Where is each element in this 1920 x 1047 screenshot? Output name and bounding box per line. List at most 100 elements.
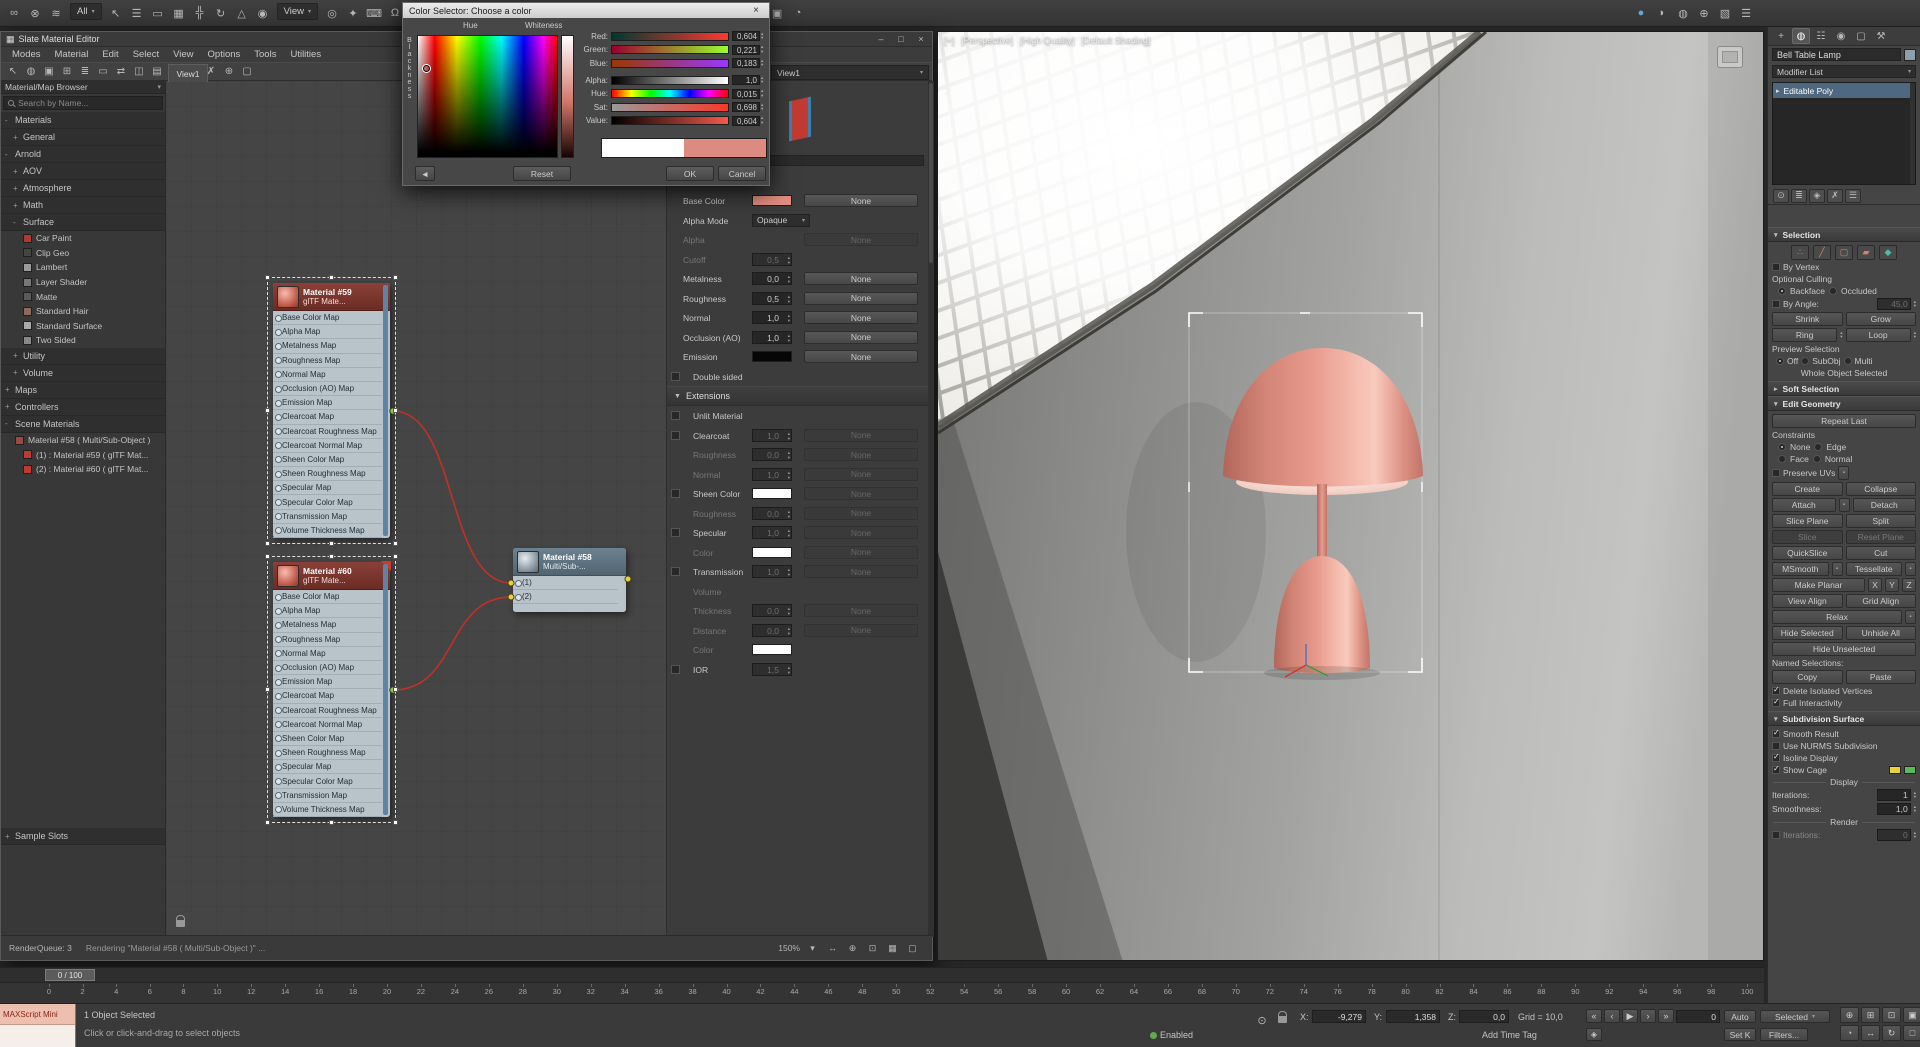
node-material58[interactable]: Material #58Multi/Sub-... (1)(2) [513, 548, 626, 612]
rendered-frame-icon[interactable]: ▣ [767, 3, 787, 23]
search-input[interactable]: Search by Name... [3, 96, 163, 110]
sheen-roughness-map-button[interactable]: None [804, 507, 918, 520]
x-coordinate-field[interactable]: -9,279 [1312, 1010, 1366, 1023]
params-scrollbar[interactable] [928, 81, 934, 937]
browser-row[interactable]: +Maps [1, 382, 165, 399]
render-production-icon[interactable]: ◔ [788, 3, 808, 23]
node-header[interactable]: Material #59glTF Mate... [273, 283, 390, 311]
menu-item[interactable]: View [166, 49, 200, 60]
browser-row[interactable]: -Scene Materials [1, 416, 165, 433]
zoom-dropdown-icon[interactable]: ▾ [805, 941, 820, 956]
browser-row[interactable]: Standard Surface [1, 319, 165, 334]
browser-row[interactable]: Matte [1, 289, 165, 304]
browser-row[interactable]: +Volume [1, 365, 165, 382]
node-slot[interactable]: Roughness Map [273, 633, 382, 647]
substance-icon[interactable]: ◍ [1673, 3, 1693, 23]
go-to-end-icon[interactable]: » [1658, 1009, 1674, 1023]
workspace-icon[interactable]: ☰ [1736, 3, 1756, 23]
specular-map-button[interactable]: None [804, 526, 918, 539]
isoline-display-checkbox[interactable] [1772, 754, 1780, 762]
node-slot[interactable]: Alpha Map [273, 325, 382, 339]
tab-hierarchy[interactable]: ☷ [1812, 28, 1830, 44]
use-pivot-center-icon[interactable]: ◎ [322, 3, 342, 23]
preserve-uvs-settings-button[interactable]: ▪ [1838, 466, 1849, 480]
spinner-arrows-icon[interactable]: ▴▾ [761, 32, 763, 41]
browser-row[interactable]: Clip Geo [1, 246, 165, 261]
channel-value-field[interactable]: 0,604 [732, 31, 760, 41]
minimize-button[interactable]: – [875, 34, 887, 44]
perspective-viewport[interactable]: [+] [Perspective] [High Quality] [Defaul… [937, 31, 1764, 961]
sample-screen-color-button[interactable]: ◄ [415, 166, 435, 181]
browser-row[interactable]: Standard Hair [1, 304, 165, 319]
close-button[interactable]: × [915, 34, 927, 44]
play-icon[interactable]: ▶ [1622, 1009, 1638, 1023]
node-slot[interactable]: Clearcoat Map [273, 689, 382, 703]
cutoff-spinner[interactable]: 0,5 [752, 253, 792, 266]
zoom-extents-icon[interactable]: ▦ [885, 941, 900, 956]
collapse-button[interactable]: Collapse [1846, 482, 1917, 496]
channel-value-field[interactable]: 0,221 [732, 45, 760, 55]
planar-z-button[interactable]: Z [1902, 578, 1916, 592]
cage-selected-color-swatch[interactable] [1904, 766, 1916, 774]
node-view[interactable]: Material #59glTF Mate... Base Color MapA… [166, 81, 666, 937]
crossing-selection-icon[interactable]: ▦ [169, 3, 189, 23]
browser-row-sample-slots[interactable]: +Sample Slots [1, 828, 165, 845]
by-angle-spinner[interactable]: 45,0 [1877, 298, 1911, 310]
node-slot[interactable]: (2) [513, 590, 618, 604]
sheen-roughness-spinner[interactable]: 0,0 [752, 507, 792, 520]
node-slot[interactable]: Clearcoat Roughness Map [273, 704, 382, 718]
orbit-icon[interactable]: ↻ [1882, 1025, 1901, 1041]
selection-filter-dropdown[interactable]: All [70, 3, 102, 20]
channel-value-field[interactable]: 1,0 [732, 75, 760, 85]
tab-utilities[interactable]: ⚒ [1872, 28, 1890, 44]
node-view-tab[interactable]: View1 [168, 64, 208, 82]
selected-mode-dropdown[interactable]: Selected [1760, 1010, 1830, 1023]
browser-row[interactable]: -Materials [1, 112, 165, 129]
paste-button[interactable]: Paste [1846, 670, 1917, 684]
relax-button[interactable]: Relax [1772, 610, 1902, 624]
menu-item[interactable]: Options [201, 49, 248, 60]
menu-item[interactable]: Edit [95, 49, 125, 60]
zoom-icon[interactable]: ⊕ [1840, 1007, 1859, 1023]
stack-scrollbar[interactable] [1910, 83, 1915, 184]
key-mode-toggle-icon[interactable]: ◈ [1586, 1028, 1602, 1041]
bind-to-spacewarp-icon[interactable]: ≋ [46, 3, 66, 23]
thickness-map-button[interactable]: None [804, 604, 918, 617]
planar-y-button[interactable]: Y [1885, 578, 1899, 592]
browser-row[interactable]: +General [1, 129, 165, 146]
y-coordinate-field[interactable]: 1,358 [1386, 1010, 1440, 1023]
spinner-arrows-icon[interactable]: ▴▾ [761, 59, 763, 68]
browser-row[interactable]: Car Paint [1, 231, 165, 246]
zoom-region-icon[interactable]: ⊡ [865, 941, 880, 956]
node-slot[interactable]: (1) [513, 576, 618, 590]
output-socket-material59[interactable] [390, 408, 396, 414]
slice-plane-button[interactable]: Slice Plane [1772, 514, 1843, 528]
node-slot[interactable]: Clearcoat Normal Map [273, 718, 382, 732]
auto-key-button[interactable]: Auto [1724, 1010, 1756, 1023]
browser-header[interactable]: Material/Map Browser▾ [1, 81, 165, 94]
menu-item[interactable]: Utilities [283, 49, 328, 60]
me-connect-nodes-icon[interactable]: ⇄ [113, 64, 129, 80]
create-button[interactable]: Create [1772, 482, 1843, 496]
copy-button[interactable]: Copy [1772, 670, 1843, 684]
rollout-subdivision-surface[interactable]: ▾Subdivision Surface [1768, 711, 1920, 726]
view-selector-dropdown[interactable]: View1 [771, 65, 929, 80]
node-header[interactable]: Material #60glTF Mate... [273, 562, 390, 590]
node-output-strip[interactable] [383, 564, 388, 815]
channel-gradient-bar[interactable] [611, 76, 729, 85]
node-slot[interactable]: Occlusion (AO) Map [273, 382, 382, 396]
render-iterations-spinner[interactable]: 0 [1877, 829, 1911, 841]
base-color-swatch[interactable] [752, 195, 792, 206]
relax-settings-button[interactable]: ▪ [1905, 610, 1916, 624]
whiteness-strip[interactable] [561, 35, 574, 158]
constraint-face-radio[interactable] [1778, 455, 1786, 463]
rollout-edit-geometry[interactable]: ▾Edit Geometry [1768, 396, 1920, 411]
preview-multi-radio[interactable] [1844, 357, 1852, 365]
browser-row[interactable]: Two Sided [1, 333, 165, 348]
select-object-icon[interactable]: ↖ [106, 3, 126, 23]
frame-ruler[interactable]: 0246810121416182022242628303234363840424… [45, 984, 1754, 1002]
me-zoom-icon[interactable]: ⊕ [221, 64, 237, 80]
normal-map-button[interactable]: None [804, 311, 918, 324]
tab-motion[interactable]: ◉ [1832, 28, 1850, 44]
maximize-viewport-icon[interactable]: □ [1903, 1025, 1920, 1041]
